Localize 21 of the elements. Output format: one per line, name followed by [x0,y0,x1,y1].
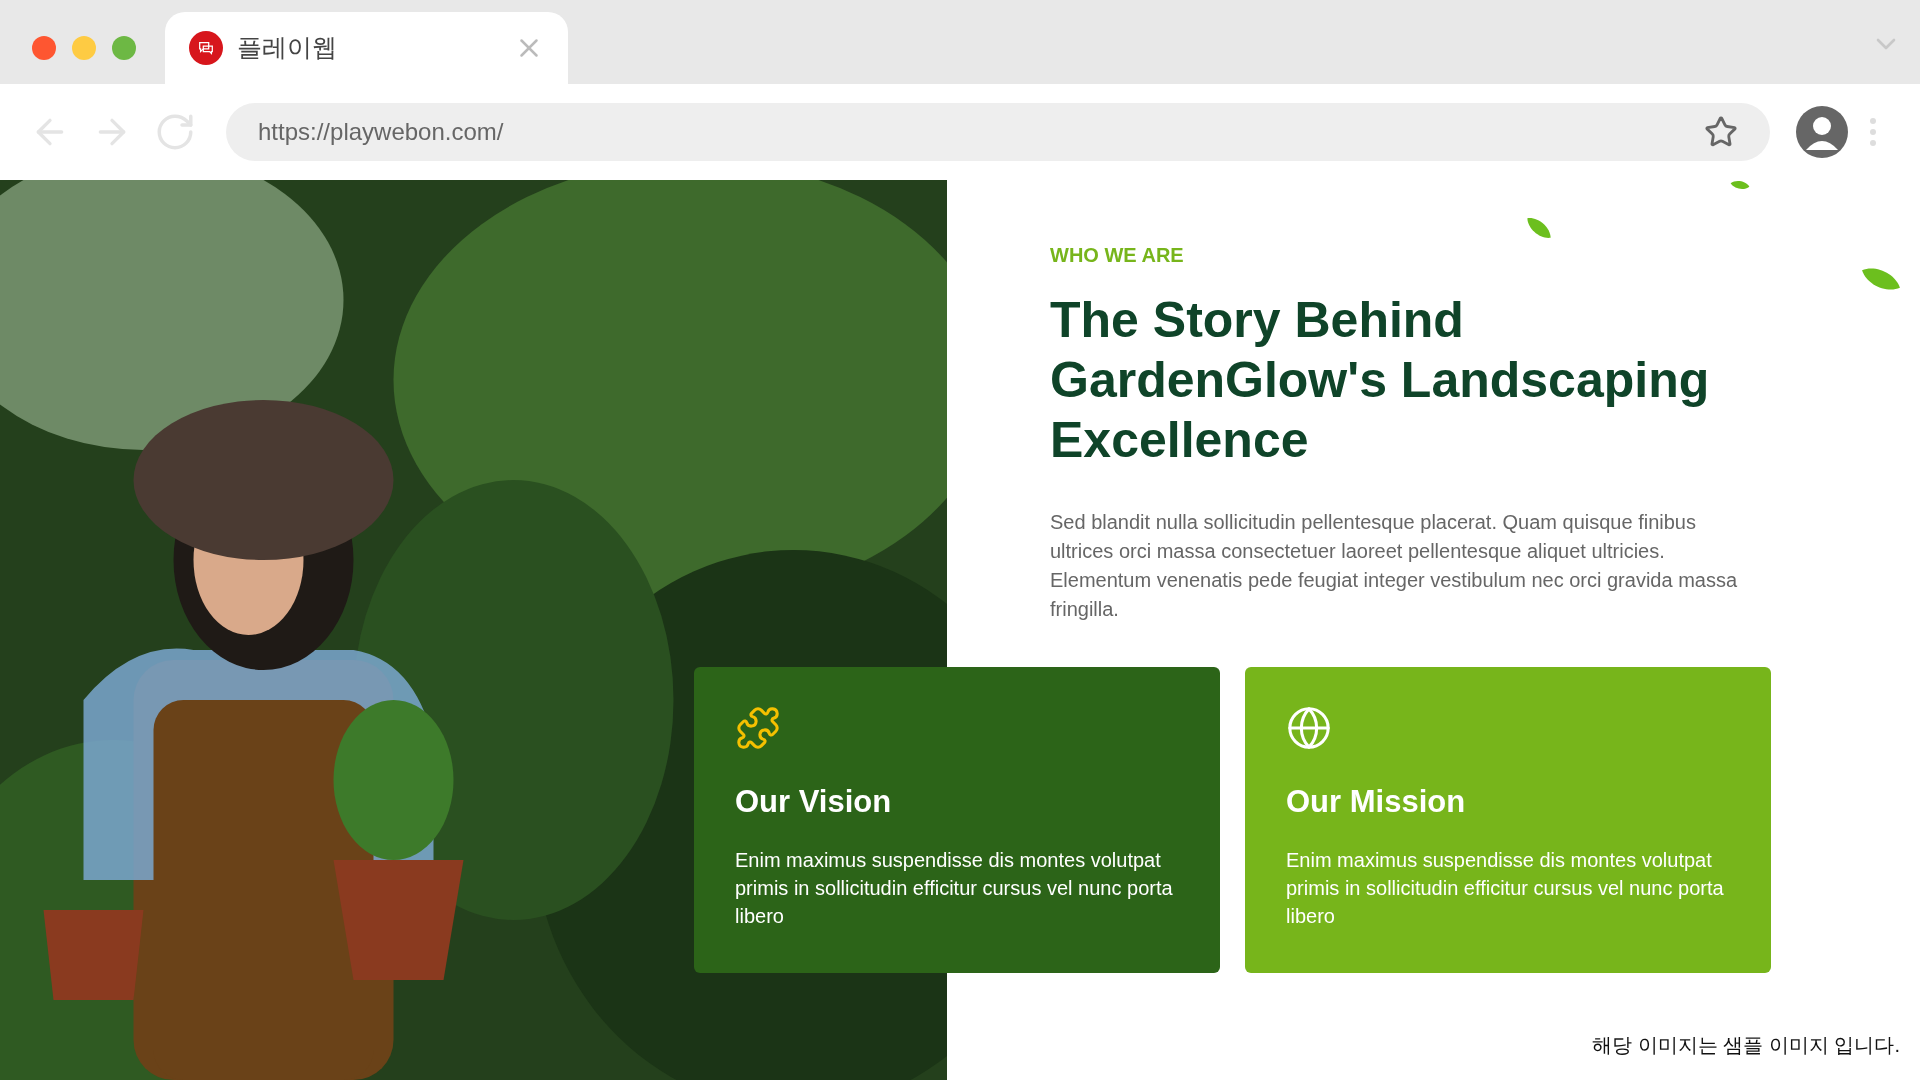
card-text: Enim maximus suspendisse dis montes volutpat primis in sollicitudin efficitur cursus vel nunc porta libero [735,847,1174,929]
maximize-window-button[interactable] [112,36,136,60]
more-menu-icon[interactable] [1870,118,1876,146]
url-text: https://playwebon.com/ [258,117,504,147]
card-text: Enim maximus suspendisse dis montes volutpat primis in sollicitudin efficitur cursus vel nunc porta libero [1286,847,1725,929]
card-title: Our Vision [735,783,893,821]
bookmark-star-icon[interactable] [1704,115,1738,149]
address-bar[interactable]: https://playwebon.com/ [226,103,1770,161]
browser-tab[interactable]: 플레이웹 [165,12,568,84]
card-title: Our Mission [1286,783,1467,821]
section-body: Sed blandit nulla sollicitudin pellentesque placerat. Quam quisque finibus ultrices orci massa consectetuer laoreet pellentesque aliquet ultricies. Elementum venenatis pede feugiat integer vestibulum nec orci gravida massa fringilla. [1050,510,1739,622]
profile-avatar-icon[interactable] [1796,106,1848,158]
globe-icon [1286,705,1332,751]
section-eyebrow: WHO WE ARE [1050,243,1185,268]
minimize-window-button[interactable] [72,36,96,60]
sample-image-note: 해당 이미지는 샘플 이미지 입니다. [1592,1033,1900,1058]
site-logo-icon [189,31,223,65]
close-window-button[interactable] [32,36,56,60]
tab-title: 플레이웹 [237,32,337,64]
puzzle-piece-icon [735,705,781,751]
section-heading: The Story Behind GardenGlow's Landscaping Excellence [1050,291,1710,470]
